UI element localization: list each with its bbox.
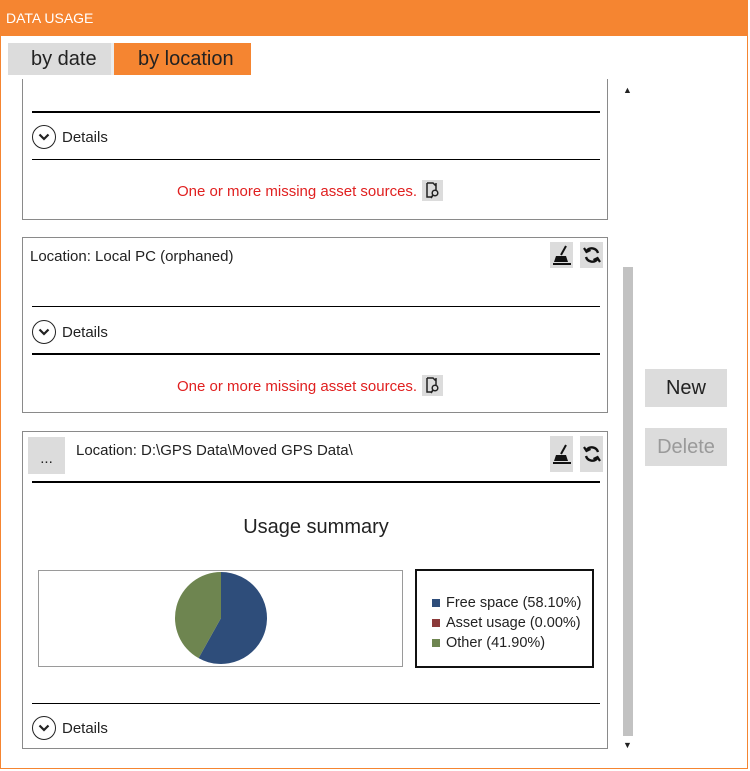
window-title: DATA USAGE bbox=[1, 1, 747, 36]
location-path: Location: Local PC (orphaned) bbox=[30, 248, 234, 265]
legend-item-other: Other (41.90%) bbox=[432, 633, 592, 653]
browse-location-button[interactable]: ... bbox=[28, 437, 65, 474]
missing-sources-warning: One or more missing asset sources. bbox=[177, 183, 418, 200]
scrollbar-thumb[interactable] bbox=[623, 267, 633, 736]
legend-label: Other (41.90%) bbox=[446, 635, 546, 651]
clean-button[interactable] bbox=[550, 242, 573, 268]
details-label: Details bbox=[62, 323, 108, 341]
panel-divider bbox=[32, 481, 600, 483]
locate-sources-button[interactable] bbox=[422, 180, 443, 201]
details-expander[interactable]: Details bbox=[32, 716, 108, 740]
panel-divider bbox=[32, 111, 600, 113]
panel-divider bbox=[32, 306, 600, 307]
details-expander[interactable]: Details bbox=[32, 320, 108, 344]
chevron-down-icon bbox=[32, 716, 56, 740]
legend-label: Asset usage (0.00%) bbox=[446, 615, 581, 631]
document-search-icon bbox=[426, 182, 439, 199]
panel-divider bbox=[32, 353, 600, 355]
locate-sources-button[interactable] bbox=[422, 375, 443, 396]
panel-divider bbox=[32, 159, 600, 160]
location-panel-gps-data: ... Location: D:\GPS Data\Moved GPS Data… bbox=[22, 431, 608, 749]
chevron-down-icon bbox=[32, 320, 56, 344]
scroll-down-arrow[interactable]: ▼ bbox=[623, 740, 632, 750]
data-usage-window: DATA USAGE by date by location Details O… bbox=[0, 0, 748, 769]
scroll-up-arrow[interactable]: ▲ bbox=[623, 85, 632, 95]
new-button[interactable]: New bbox=[645, 369, 727, 407]
broom-icon bbox=[552, 444, 571, 464]
legend-swatch bbox=[432, 619, 440, 627]
tab-by-location[interactable]: by location bbox=[111, 43, 251, 75]
tab-by-date[interactable]: by date bbox=[8, 43, 111, 75]
refresh-icon bbox=[582, 446, 601, 462]
legend-item-asset-usage: Asset usage (0.00%) bbox=[432, 613, 592, 633]
legend-swatch bbox=[432, 639, 440, 647]
location-panel-1: Details One or more missing asset source… bbox=[22, 79, 608, 220]
legend-swatch bbox=[432, 599, 440, 607]
location-panel-local-pc: Location: Local PC (orphaned) Details On… bbox=[22, 237, 608, 413]
details-label: Details bbox=[62, 128, 108, 146]
legend-label: Free space (58.10%) bbox=[446, 595, 582, 611]
refresh-button[interactable] bbox=[580, 436, 603, 472]
panel-divider bbox=[32, 703, 600, 704]
chart-legend: Free space (58.10%) Asset usage (0.00%) … bbox=[415, 569, 594, 668]
location-path: Location: D:\GPS Data\Moved GPS Data\ bbox=[76, 442, 353, 459]
document-search-icon bbox=[426, 377, 439, 394]
usage-summary-title: Usage summary bbox=[243, 516, 389, 538]
missing-sources-warning: One or more missing asset sources. bbox=[177, 378, 418, 395]
legend-item-free-space: Free space (58.10%) bbox=[432, 593, 592, 613]
details-label: Details bbox=[62, 719, 108, 737]
broom-icon bbox=[552, 245, 571, 265]
delete-button[interactable]: Delete bbox=[645, 428, 727, 466]
chevron-down-icon bbox=[32, 125, 56, 149]
refresh-icon bbox=[582, 247, 601, 263]
usage-pie-chart bbox=[38, 570, 403, 667]
clean-button[interactable] bbox=[550, 436, 573, 472]
details-expander[interactable]: Details bbox=[32, 125, 108, 149]
refresh-button[interactable] bbox=[580, 242, 603, 268]
pie-chart-svg bbox=[174, 572, 267, 664]
